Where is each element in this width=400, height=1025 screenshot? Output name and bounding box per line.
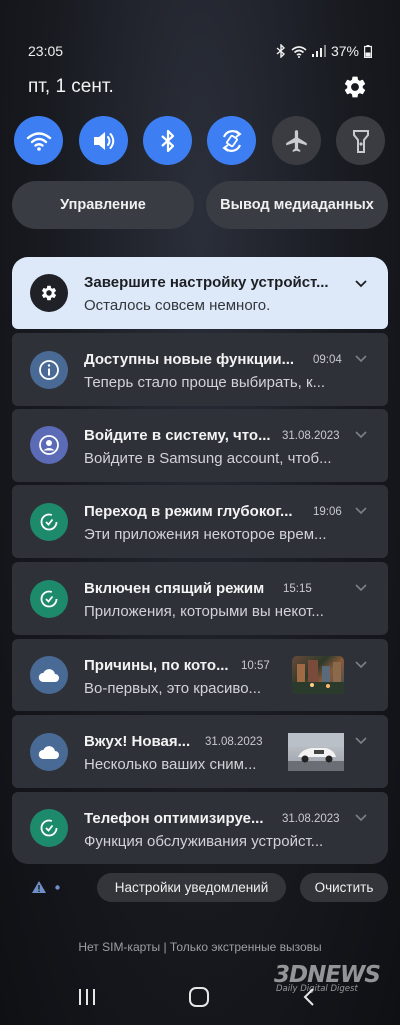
sim-status-text: Нет SIM-карты | Только экстренные вызовы: [78, 940, 322, 954]
notification-text: Осталось совсем немного.: [84, 297, 271, 314]
notification-title: Телефон оптимизируе...: [84, 810, 264, 827]
clear-button[interactable]: Очистить: [300, 873, 388, 902]
wifi-icon: [26, 131, 51, 151]
cloud-icon: [30, 656, 68, 694]
chevron-down-icon[interactable]: [354, 354, 368, 364]
notification-time: 31.08.2023: [282, 813, 340, 825]
chevron-down-icon[interactable]: [354, 279, 368, 289]
control-button[interactable]: Управление: [12, 181, 194, 229]
device-care-icon: [30, 809, 68, 847]
notification-time: 10:57: [241, 660, 270, 672]
notification-text: Теперь стало проще выбирать, к...: [84, 374, 326, 391]
battery-icon: [364, 44, 372, 58]
battery-percent: 37%: [330, 43, 359, 59]
notification-title: Доступны новые функции...: [84, 351, 295, 368]
signal-status-icon: [311, 45, 326, 57]
device-care-icon: [30, 503, 68, 541]
notification-text: Эти приложения некоторое врем...: [84, 526, 327, 543]
notification-title: Включен спящий режим: [84, 580, 265, 597]
bluetooth-toggle[interactable]: [143, 116, 192, 165]
airplane-toggle[interactable]: [272, 116, 321, 165]
notification-time: 19:06: [313, 506, 342, 518]
notification-card-sleep-mode[interactable]: Включен спящий режим 15:15 Приложения, к…: [12, 562, 388, 635]
notification-card-setup[interactable]: Завершите настройку устройст... Осталось…: [12, 257, 388, 329]
notification-card-deep-sleep[interactable]: Переход в режим глубоког... 19:06 Эти пр…: [12, 485, 388, 558]
notification-title: Завершите настройку устройст...: [84, 274, 329, 291]
notification-settings-button[interactable]: Настройки уведомлений: [97, 873, 286, 902]
airplane-icon: [285, 129, 307, 152]
notification-text: Во-первых, это красиво...: [84, 680, 262, 697]
flashlight-toggle[interactable]: [336, 116, 385, 165]
notification-card-optimizing[interactable]: Телефон оптимизируе... 31.08.2023 Функци…: [12, 792, 388, 864]
auto-rotate-toggle[interactable]: [207, 116, 256, 165]
gear-icon: [30, 274, 68, 312]
media-output-button[interactable]: Вывод медиаданных: [206, 181, 388, 229]
notification-text: Функция обслуживания устройст...: [84, 833, 324, 850]
notification-time: 09:04: [313, 354, 342, 366]
info-icon: [30, 351, 68, 389]
watermark-tagline: Daily Digital Digest: [276, 984, 358, 994]
dot-icon: [55, 885, 60, 890]
notification-title: Вжух! Новая...: [84, 733, 191, 750]
recents-icon[interactable]: [77, 988, 97, 1006]
notification-card-features[interactable]: Доступны новые функции... 09:04 Теперь с…: [12, 333, 388, 406]
account-icon: [30, 426, 68, 464]
date-label: пт, 1 сент.: [28, 76, 114, 97]
notification-time: 31.08.2023: [282, 430, 340, 442]
notification-text: Войдите в Samsung account, чтоб...: [84, 450, 332, 467]
wifi-toggle[interactable]: [14, 116, 63, 165]
notification-text: Несколько ваших сним...: [84, 756, 257, 773]
status-icons: 37%: [276, 43, 372, 59]
notification-thumbnail: [292, 656, 344, 694]
cloud-icon: [30, 733, 68, 771]
flashlight-icon: [352, 129, 369, 153]
notification-card-new-photos[interactable]: Вжух! Новая... 31.08.2023 Несколько ваши…: [12, 715, 388, 788]
notification-time: 15:15: [283, 583, 312, 595]
notification-card-photo-reasons[interactable]: Причины, по кото... 10:57 Во-первых, это…: [12, 639, 388, 711]
chevron-down-icon[interactable]: [354, 583, 368, 593]
device-care-icon: [30, 580, 68, 618]
chevron-down-icon[interactable]: [354, 430, 368, 440]
notification-time: 31.08.2023: [205, 736, 263, 748]
notification-card-samsung-account[interactable]: Войдите в систему, что... 31.08.2023 Вой…: [12, 409, 388, 482]
watermark-logo: 3DNEWS Daily Digital Digest: [274, 962, 386, 996]
notification-thumbnail: [288, 733, 344, 771]
chevron-down-icon[interactable]: [354, 736, 368, 746]
notification-title: Войдите в систему, что...: [84, 427, 271, 444]
bluetooth-status-icon: [276, 44, 285, 58]
status-time: 23:05: [28, 43, 64, 59]
notification-text: Приложения, которыми вы некот...: [84, 603, 324, 620]
notification-footer: Настройки уведомлений Очистить: [0, 873, 400, 903]
quick-settings-row: [14, 116, 386, 166]
rotate-icon: [221, 129, 242, 152]
settings-gear-icon[interactable]: [342, 74, 368, 100]
bluetooth-icon: [160, 129, 174, 152]
chevron-down-icon[interactable]: [354, 660, 368, 670]
chevron-down-icon[interactable]: [354, 506, 368, 516]
warning-icon: [32, 881, 46, 893]
notification-title: Причины, по кото...: [84, 657, 229, 674]
chevron-down-icon[interactable]: [354, 813, 368, 823]
sound-toggle[interactable]: [79, 116, 128, 165]
notification-title: Переход в режим глубоког...: [84, 503, 293, 520]
home-icon[interactable]: [188, 987, 210, 1007]
speaker-icon: [93, 131, 114, 150]
wifi-status-icon: [291, 45, 307, 58]
